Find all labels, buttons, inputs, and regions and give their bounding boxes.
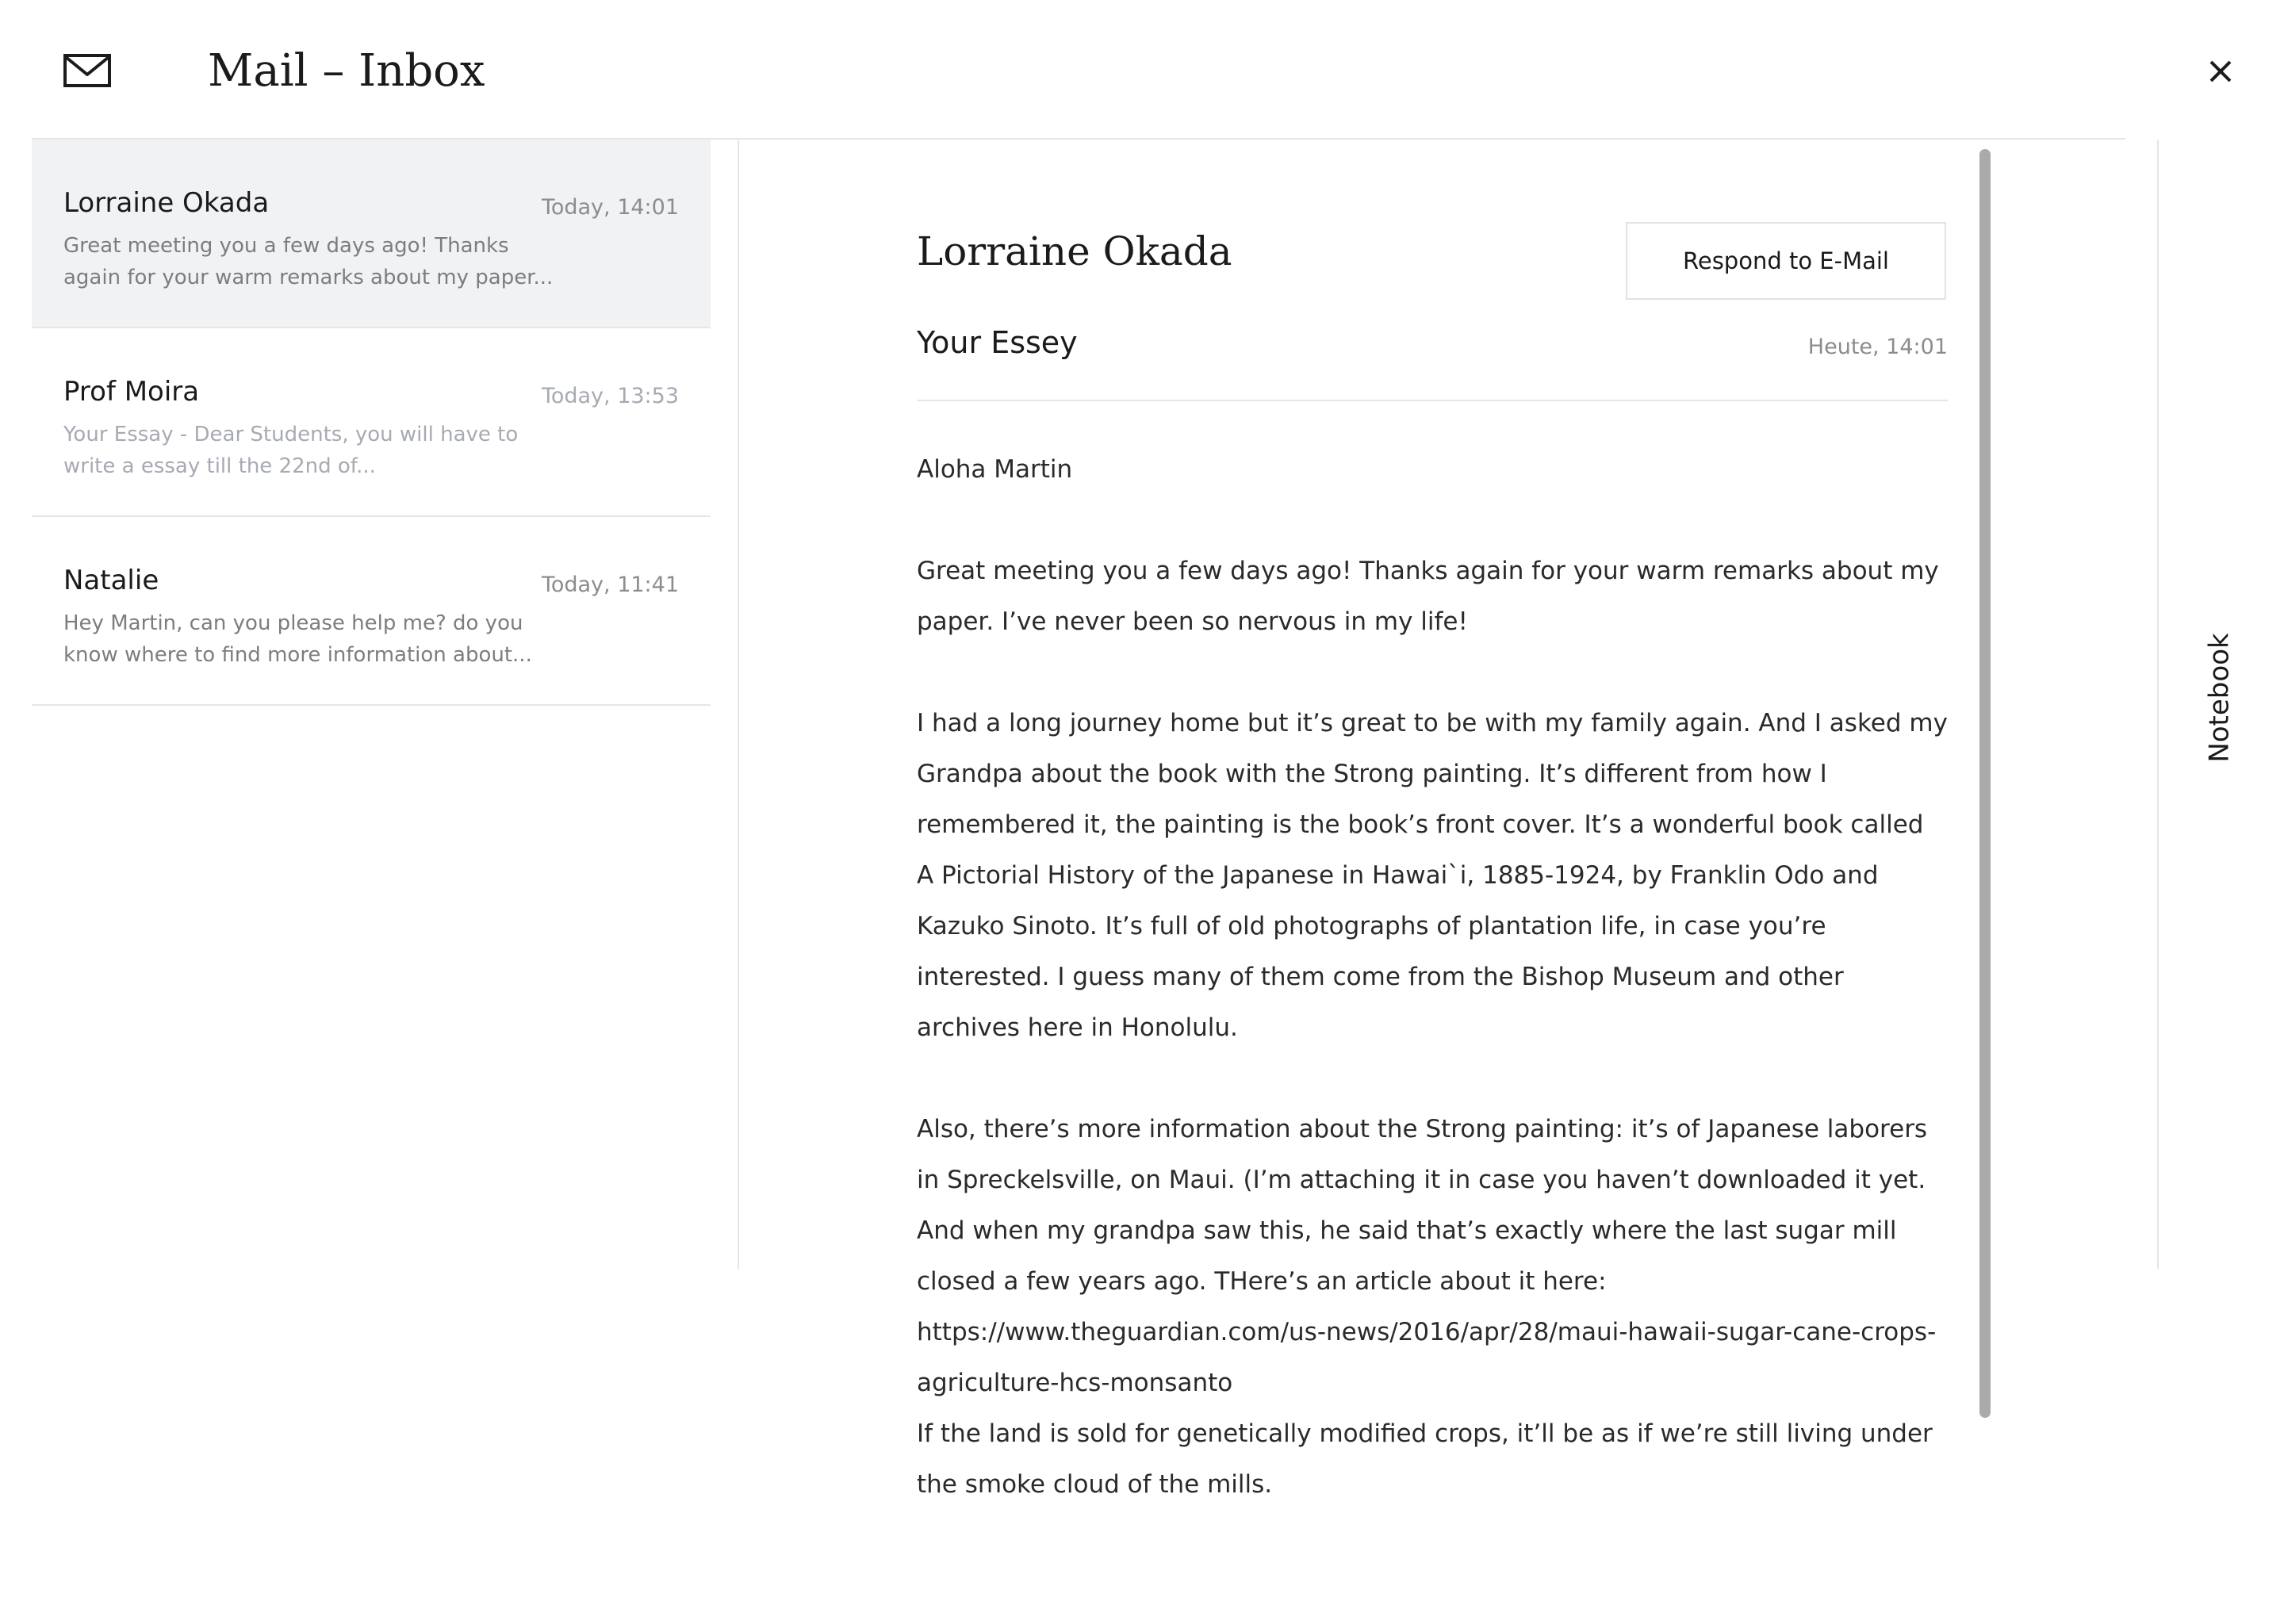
notebook-tab[interactable]: Notebook (2184, 555, 2255, 841)
reader-time: Heute, 14:01 (1807, 335, 1948, 359)
side-tab-divider (2157, 140, 2159, 1269)
mail-preview: Great meeting you a few days ago! Thanks… (63, 234, 554, 289)
mail-sender: Natalie (63, 565, 159, 596)
pane-divider (738, 140, 739, 1269)
mail-time: Today, 14:01 (541, 195, 679, 220)
mail-sender: Prof Moira (63, 376, 200, 408)
message-paragraph: Also, there’s more information about the… (917, 1115, 1937, 1397)
mail-preview: Hey Martin, can you please help me? do y… (63, 611, 532, 667)
message-paragraph: I had a long journey home but it’s great… (917, 709, 1948, 1042)
notebook-tab-label: Notebook (2204, 633, 2236, 763)
mail-sender: Lorraine Okada (63, 187, 270, 219)
mail-list-item[interactable]: Lorraine Okada Today, 14:01 Great meetin… (32, 140, 711, 328)
reader-scrollbar[interactable] (1979, 149, 1991, 1418)
envelope-icon (63, 52, 111, 89)
app-title: Mail – Inbox (208, 45, 485, 97)
respond-button[interactable]: Respond to E-Mail (1626, 222, 1946, 300)
mail-list-item[interactable]: Prof Moira Today, 13:53 Your Essay - Dea… (32, 328, 711, 517)
mail-time: Today, 13:53 (541, 384, 679, 408)
mail-list-item[interactable]: Natalie Today, 11:41 Hey Martin, can you… (32, 517, 711, 706)
reader-sender: Lorraine Okada (917, 228, 1232, 274)
message-body: Aloha Martin Great meeting you a few day… (917, 444, 1948, 1510)
reader-divider (917, 400, 1948, 401)
close-icon (2209, 60, 2232, 82)
mail-list: Lorraine Okada Today, 14:01 Great meetin… (32, 140, 711, 706)
message-paragraph: If the land is sold for genetically modi… (917, 1419, 1933, 1499)
reader-subject: Your Essey (917, 325, 1078, 360)
message-greeting: Aloha Martin (917, 455, 1073, 484)
close-button[interactable] (2203, 54, 2238, 89)
message-paragraph: Great meeting you a few days ago! Thanks… (917, 557, 1939, 636)
mail-time: Today, 11:41 (541, 573, 679, 597)
mail-preview: Your Essay - Dear Students, you will hav… (63, 423, 519, 478)
